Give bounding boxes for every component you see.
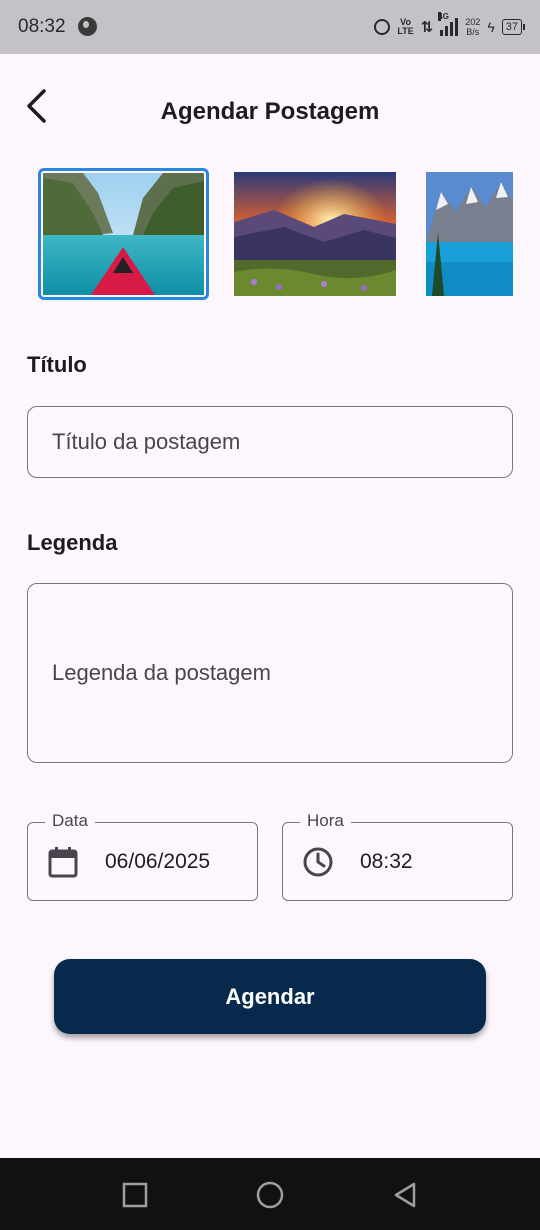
- alarm-icon: [374, 19, 391, 35]
- signal-icon: 4G: [438, 12, 459, 36]
- mountain-lake-image: [426, 172, 513, 296]
- caption-label: Legenda: [27, 530, 118, 555]
- kayak-lagoon-image: [43, 173, 204, 295]
- page-title: Agendar Postagem: [160, 98, 380, 125]
- app-notification-icon: [78, 17, 97, 36]
- time-value: 08:32: [360, 850, 413, 873]
- network-speed: 202 B/s: [465, 17, 480, 37]
- date-label: Data: [45, 811, 95, 831]
- image-option-kayak-lagoon[interactable]: [38, 168, 209, 300]
- speed-unit: B/s: [466, 27, 480, 37]
- date-value: 06/06/2025: [105, 850, 211, 873]
- mountain-sunset-image: [234, 172, 396, 296]
- square-recents-icon[interactable]: [120, 1180, 150, 1210]
- circle-home-icon[interactable]: [255, 1180, 285, 1210]
- clock-icon: [303, 847, 333, 877]
- charging-icon: ϟ: [487, 19, 495, 35]
- data-transfer-icon: ⇅: [420, 19, 434, 36]
- system-nav-bar: [0, 1158, 540, 1230]
- battery-level: 37: [505, 21, 518, 33]
- volte-bottom-text: LTE: [397, 26, 414, 36]
- image-option-mountain-lake[interactable]: [426, 172, 513, 296]
- speed-value: 202: [465, 17, 481, 27]
- image-option-mountain-sunset[interactable]: [234, 172, 396, 296]
- date-picker-field[interactable]: Data 06/06/2025: [27, 811, 258, 901]
- caption-input-placeholder: Legenda da postagem: [52, 660, 271, 685]
- triangle-back-icon[interactable]: [390, 1180, 420, 1210]
- network-type: 4G: [438, 12, 449, 21]
- calendar-icon: [48, 847, 78, 878]
- time-picker-field[interactable]: Hora 08:32: [282, 811, 513, 901]
- time-label: Hora: [300, 811, 351, 831]
- volte-indicator: Vo LTE: [397, 18, 413, 36]
- status-bar: 08:32 Vo LTE ⇅ 4G 202 B/s ϟ 37: [0, 0, 540, 54]
- status-time: 08:32: [18, 16, 66, 37]
- title-input-placeholder: Título da postagem: [52, 429, 241, 454]
- status-icons: Vo LTE ⇅ 4G 202 B/s ϟ 37: [374, 12, 526, 40]
- schedule-button[interactable]: Agendar: [54, 959, 486, 1034]
- title-label: Título: [27, 352, 87, 377]
- caption-input[interactable]: Legenda da postagem: [27, 583, 513, 763]
- title-input[interactable]: Título da postagem: [27, 406, 513, 478]
- image-carousel[interactable]: [38, 168, 513, 300]
- battery-icon: 37: [501, 19, 526, 35]
